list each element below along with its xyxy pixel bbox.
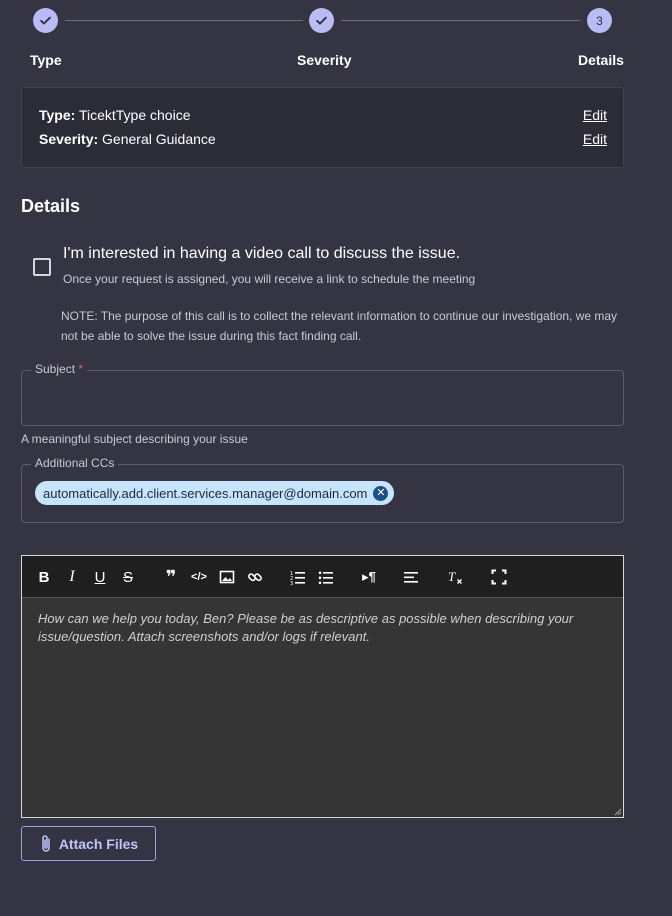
attach-files-label: Attach Files <box>58 835 139 852</box>
video-call-checkbox[interactable] <box>33 258 51 276</box>
step-label-type: Type <box>30 52 62 68</box>
svg-text:3: 3 <box>290 581 293 585</box>
step-2-complete-icon <box>309 8 334 33</box>
summary-severity-row: Severity: General Guidance <box>39 131 216 147</box>
summary-severity-key: Severity: <box>39 131 99 147</box>
stepper: 3 Type Severity Details <box>0 0 672 80</box>
underline-icon[interactable]: U <box>91 568 109 586</box>
step-label-severity: Severity <box>297 52 352 68</box>
step-connector <box>341 20 580 21</box>
editor-toolbar: B I U S ❞ </> 123 ▸¶ T <box>22 556 623 598</box>
video-call-label[interactable]: I'm interested in having a video call to… <box>63 245 460 263</box>
clear-format-icon[interactable]: T <box>446 568 464 586</box>
summary-type-key: Type: <box>39 107 76 123</box>
edit-type-link[interactable]: Edit <box>583 107 607 123</box>
editor-placeholder[interactable]: How can we help you today, Ben? Please b… <box>38 610 613 646</box>
additional-ccs-field[interactable]: Additional CCs automatically.add.client.… <box>21 456 624 523</box>
additional-ccs-label: Additional CCs <box>31 456 119 470</box>
description-editor[interactable]: B I U S ❞ </> 123 ▸¶ T How can we help y… <box>21 555 624 818</box>
edit-severity-link[interactable]: Edit <box>583 131 607 147</box>
required-mark: * <box>78 362 84 376</box>
step-label-details: Details <box>578 52 624 68</box>
summary-type-value: TicektType choice <box>75 107 191 123</box>
resize-handle-icon[interactable] <box>614 808 622 816</box>
bullet-list-icon[interactable] <box>317 568 335 586</box>
image-icon[interactable] <box>218 568 236 586</box>
video-call-note: NOTE: The purpose of this call is to col… <box>61 309 618 343</box>
italic-icon[interactable]: I <box>63 568 81 586</box>
paragraph-direction-icon[interactable]: ▸¶ <box>360 568 378 586</box>
ordered-list-icon[interactable]: 123 <box>289 568 307 586</box>
align-left-icon[interactable] <box>402 568 420 586</box>
svg-text:T: T <box>448 569 456 584</box>
summary-severity-value: General Guidance <box>98 131 216 147</box>
quote-icon[interactable]: ❞ <box>162 567 180 587</box>
bold-icon[interactable]: B <box>35 568 53 586</box>
subject-field[interactable]: Subject * <box>21 362 624 426</box>
details-heading: Details <box>21 196 81 216</box>
attach-files-button[interactable]: Attach Files <box>21 826 156 861</box>
remove-chip-icon[interactable]: ✕ <box>373 485 389 501</box>
step-3-number: 3 <box>587 8 612 33</box>
link-icon[interactable] <box>246 568 264 586</box>
summary-type-row: Type: TicektType choice <box>39 107 190 123</box>
fullscreen-icon[interactable] <box>490 568 508 586</box>
subject-helper-text: A meaningful subject describing your iss… <box>21 432 248 446</box>
subject-label: Subject * <box>31 362 88 376</box>
paperclip-icon <box>42 834 50 852</box>
cc-chip: automatically.add.client.services.manage… <box>35 481 395 505</box>
cc-chip-label: automatically.add.client.services.manage… <box>43 485 368 501</box>
strikethrough-icon[interactable]: S <box>119 568 137 586</box>
code-icon[interactable]: </> <box>190 568 208 586</box>
video-call-sublabel: Once your request is assigned, you will … <box>63 272 476 286</box>
selection-summary-card: Type: TicektType choice Edit Severity: G… <box>21 87 624 168</box>
step-1-complete-icon <box>33 8 58 33</box>
step-connector <box>65 20 303 21</box>
